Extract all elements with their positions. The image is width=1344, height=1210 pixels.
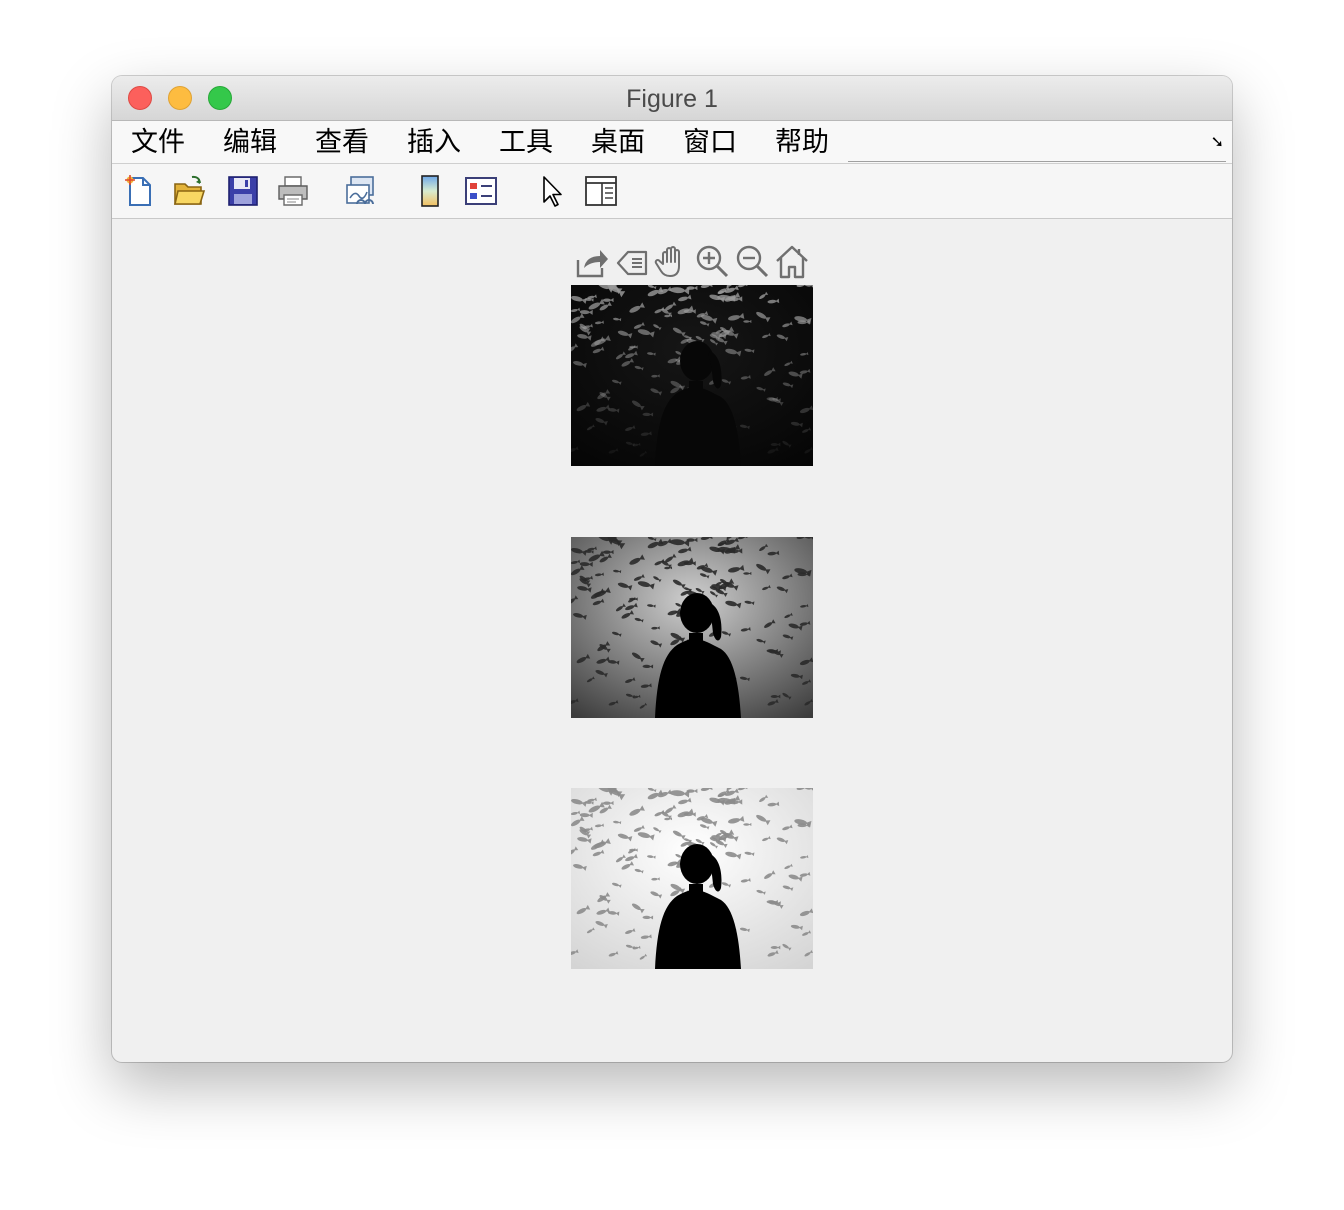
brush-icon[interactable] (614, 244, 650, 280)
menu-help[interactable]: 帮助 (763, 121, 855, 163)
restore-view-home-icon[interactable] (774, 244, 810, 280)
title-bar[interactable]: Figure 1 (112, 76, 1232, 121)
very-dark-image (571, 285, 813, 466)
menu-desktop[interactable]: 桌面 (579, 121, 671, 163)
figure-window: Figure 1 文件 编辑 查看 插入 工具 桌面 窗口 帮助 ➘ (112, 76, 1232, 1062)
export-icon[interactable] (574, 244, 610, 280)
menu-edit[interactable]: 编辑 (211, 121, 303, 163)
zoom-out-icon[interactable] (734, 244, 770, 280)
print-icon[interactable] (276, 174, 310, 208)
menu-bar: 文件 编辑 查看 插入 工具 桌面 窗口 帮助 ➘ (112, 121, 1232, 164)
dock-arrow-icon[interactable]: ➘ (1211, 132, 1224, 152)
open-file-icon[interactable] (172, 174, 206, 208)
insert-colorbar-icon[interactable] (413, 174, 447, 208)
menu-file[interactable]: 文件 (119, 121, 211, 163)
zoom-in-icon[interactable] (694, 244, 730, 280)
edit-plot-arrow-icon[interactable] (534, 174, 568, 208)
insert-legend-icon[interactable] (464, 174, 498, 208)
save-icon[interactable] (226, 174, 260, 208)
pan-hand-icon[interactable] (654, 244, 690, 280)
menu-window[interactable]: 窗口 (671, 121, 763, 163)
original-grayscale-image (571, 537, 813, 718)
figure-toolbar (112, 164, 1232, 219)
new-figure-icon[interactable] (122, 174, 156, 208)
menu-tools[interactable]: 工具 (487, 121, 579, 163)
menu-view[interactable]: 查看 (303, 121, 395, 163)
menu-divider (848, 161, 1226, 162)
window-title: Figure 1 (626, 85, 718, 113)
link-plot-icon[interactable] (344, 174, 378, 208)
menu-insert[interactable]: 插入 (395, 121, 487, 163)
brightened-image (571, 788, 813, 969)
property-inspector-icon[interactable] (584, 174, 618, 208)
